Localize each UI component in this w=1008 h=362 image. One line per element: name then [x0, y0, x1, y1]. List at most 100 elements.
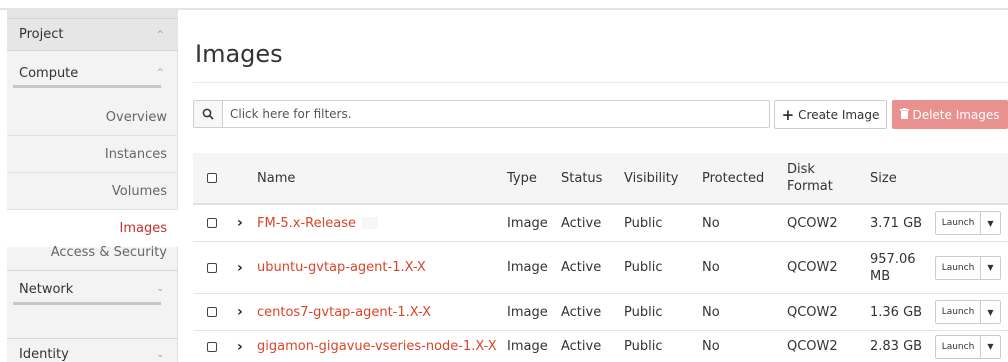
launch-button-group: Launch ▼ [935, 205, 1001, 241]
sidebar-section-label: Compute [19, 65, 79, 81]
cell-status: Active [561, 260, 602, 275]
plus-icon: + [781, 105, 795, 124]
column-header-size[interactable]: Size [870, 153, 897, 203]
table-header: Name Type Status Visibility Protected Di… [193, 153, 1008, 205]
cell-visibility: Public [624, 215, 663, 231]
row-checkbox[interactable] [207, 294, 217, 330]
create-image-label: Create Image [798, 107, 880, 122]
cell-size: 2.83 GB [870, 331, 922, 362]
sidebar-item-instances[interactable]: Instances [7, 136, 178, 173]
create-image-button[interactable]: + Create Image [774, 100, 887, 129]
sidebar-section-label: Project [19, 27, 64, 42]
cell-format: QCOW2 [787, 304, 838, 320]
column-header-disk-format-line2: Format [787, 179, 833, 194]
sidebar-section-label: Network [19, 281, 74, 297]
column-header-disk-format-line1: Disk [787, 162, 815, 177]
select-all-checkbox[interactable] [207, 153, 217, 203]
column-header-name[interactable]: Name [257, 153, 295, 203]
table-row: › FM-5.x-Release Image Active Public No … [193, 205, 1008, 242]
cell-protected: No [702, 215, 720, 231]
cell-size-line1: 957.06 [870, 251, 916, 267]
row-checkbox[interactable] [207, 205, 217, 241]
column-header-protected[interactable]: Protected [702, 153, 764, 203]
title-divider [193, 82, 1008, 83]
cell-type: Image [507, 339, 548, 354]
chevron-up-icon: ^ [156, 29, 164, 40]
cell-type: Image [507, 304, 548, 320]
cell-size: 3.71 GB [870, 205, 922, 241]
launch-button-group: Launch ▼ [935, 331, 1001, 362]
column-header-disk-format[interactable]: Disk Format [787, 153, 833, 203]
table-row: › centos7-gvtap-agent-1.X-X Image Active… [193, 294, 1008, 331]
sidebar-section-project[interactable]: Project ^ [7, 18, 178, 51]
sidebar-section-identity[interactable]: Identity ⌄ [7, 338, 178, 362]
section-underline [13, 302, 161, 305]
expand-row-icon[interactable]: › [237, 331, 243, 362]
chevron-down-icon[interactable]: ▼ [981, 257, 1000, 279]
chevron-down-icon: ⌄ [156, 284, 164, 294]
cell-size-line1: 2.83 GB [870, 339, 923, 354]
column-header-type[interactable]: Type [507, 153, 537, 203]
launch-button[interactable]: Launch [936, 335, 981, 358]
sidebar-section-label: Identity [19, 347, 69, 362]
cell-protected: No [702, 339, 720, 354]
row-checkbox[interactable] [207, 331, 217, 362]
cell-status: Active [561, 304, 602, 320]
sidebar-item-label: Instances [104, 146, 167, 162]
column-header-visibility[interactable]: Visibility [624, 153, 678, 203]
cell-size: 1.36 GB [870, 294, 922, 330]
sidebar-item-label: Overview [105, 109, 167, 125]
cell-protected: No [702, 260, 720, 275]
cell-type: Image [507, 260, 548, 275]
sidebar-item-access-security[interactable]: Access & Security [7, 233, 178, 271]
launch-button-group: Launch ▼ [935, 294, 1001, 330]
row-checkbox[interactable] [207, 242, 217, 293]
sidebar-item-label: Volumes [111, 183, 167, 199]
cell-size: 957.06 MB [870, 242, 916, 293]
image-name[interactable]: centos7-gvtap-agent-1.X-X [257, 305, 431, 320]
sidebar-item-overview[interactable]: Overview [7, 99, 178, 136]
image-name-link[interactable]: gigamon-gigavue-vseries-node-1.X-X [257, 331, 497, 362]
launch-button[interactable]: Launch [936, 256, 981, 279]
chevron-down-icon[interactable]: ▼ [981, 301, 1000, 323]
sidebar-item-volumes[interactable]: Volumes [7, 173, 178, 210]
launch-button[interactable]: Launch [936, 301, 981, 323]
expand-row-icon[interactable]: › [237, 205, 243, 241]
cell-size-line2: MB [870, 268, 891, 284]
expand-row-icon[interactable]: › [237, 294, 243, 330]
filter-bar [193, 100, 770, 128]
image-name[interactable]: FM-5.x-Release [257, 216, 356, 231]
column-header-status[interactable]: Status [561, 153, 602, 203]
chevron-up-icon: ^ [156, 68, 164, 78]
launch-button[interactable]: Launch [936, 212, 981, 234]
chevron-down-icon[interactable]: ▼ [981, 336, 1000, 358]
table-row: › gigamon-gigavue-vseries-node-1.X-X Ima… [193, 331, 1008, 362]
cell-status: Active [561, 339, 602, 354]
filter-input[interactable] [223, 101, 769, 127]
name-highlight [361, 217, 378, 229]
sidebar-top-strip [7, 8, 178, 18]
expand-row-icon[interactable]: › [237, 242, 243, 293]
chevron-down-icon[interactable]: ▼ [981, 212, 1000, 234]
sidebar-item-label: Access & Security [50, 244, 167, 260]
page-title: Images [195, 40, 283, 68]
delete-images-button[interactable]: Delete Images [892, 100, 1008, 129]
cell-visibility: Public [624, 304, 663, 320]
cell-format: QCOW2 [787, 260, 838, 275]
image-name[interactable]: gigamon-gigavue-vseries-node-1.X-X [257, 339, 497, 354]
cell-type: Image [507, 215, 548, 231]
launch-button-group: Launch ▼ [935, 242, 1001, 293]
image-name-link[interactable]: centos7-gvtap-agent-1.X-X [257, 294, 431, 330]
delete-images-label: Delete Images [912, 107, 1000, 122]
cell-visibility: Public [624, 260, 663, 275]
chevron-down-icon: ⌄ [156, 349, 164, 360]
image-name[interactable]: ubuntu-gvtap-agent-1.X-X [257, 260, 426, 275]
cell-size-line1: 1.36 GB [870, 304, 923, 320]
table-row: › ubuntu-gvtap-agent-1.X-X Image Active … [193, 242, 1008, 294]
image-name-link[interactable]: FM-5.x-Release [257, 205, 378, 241]
cell-format: QCOW2 [787, 339, 838, 354]
search-icon [194, 101, 223, 127]
image-name-link[interactable]: ubuntu-gvtap-agent-1.X-X [257, 242, 426, 293]
trash-icon [900, 107, 910, 122]
section-underline [13, 85, 161, 88]
